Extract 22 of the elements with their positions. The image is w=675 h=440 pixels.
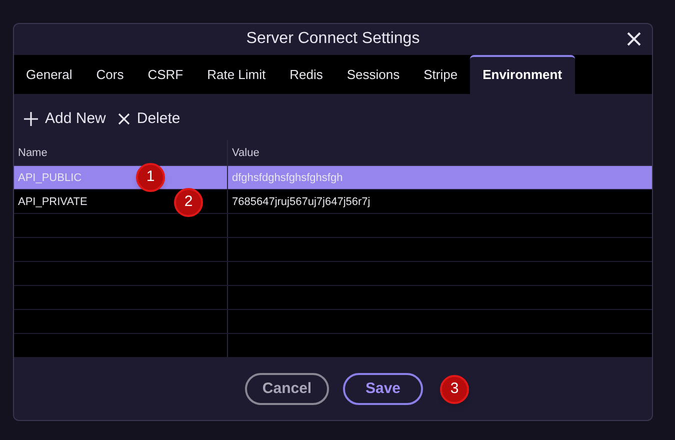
table-cell-text: API_PRIVATE — [18, 194, 88, 210]
tab[interactable]: Redis — [278, 54, 335, 94]
add-new-button[interactable]: Add New — [24, 108, 106, 130]
column-header: Name — [18, 146, 48, 161]
column-header: Value — [232, 146, 260, 161]
tab[interactable]: Rate Limit — [195, 54, 278, 94]
tab[interactable]: Cors — [84, 54, 136, 94]
table-cell-text: 7685647jruj567uj7j647j56r7j — [232, 194, 370, 210]
tab[interactable]: Environment — [470, 54, 576, 94]
cancel-button[interactable]: Cancel — [245, 373, 329, 406]
close-icon — [626, 31, 642, 47]
tab[interactable]: Stripe — [412, 54, 470, 94]
close-icon — [118, 112, 130, 125]
delete-button[interactable]: Delete — [118, 108, 180, 130]
tab[interactable]: General — [14, 54, 84, 94]
tab[interactable]: CSRF — [136, 54, 196, 94]
save-button[interactable]: Save — [343, 373, 423, 406]
dialog-title: Server Connect Settings — [246, 29, 420, 50]
plus-icon — [24, 112, 38, 126]
table-cell-text: API_PUBLIC — [18, 170, 82, 186]
tab[interactable]: Sessions — [334, 54, 412, 94]
table-cell-text: dfghsfdghsfghsfghsfgh — [232, 170, 343, 186]
